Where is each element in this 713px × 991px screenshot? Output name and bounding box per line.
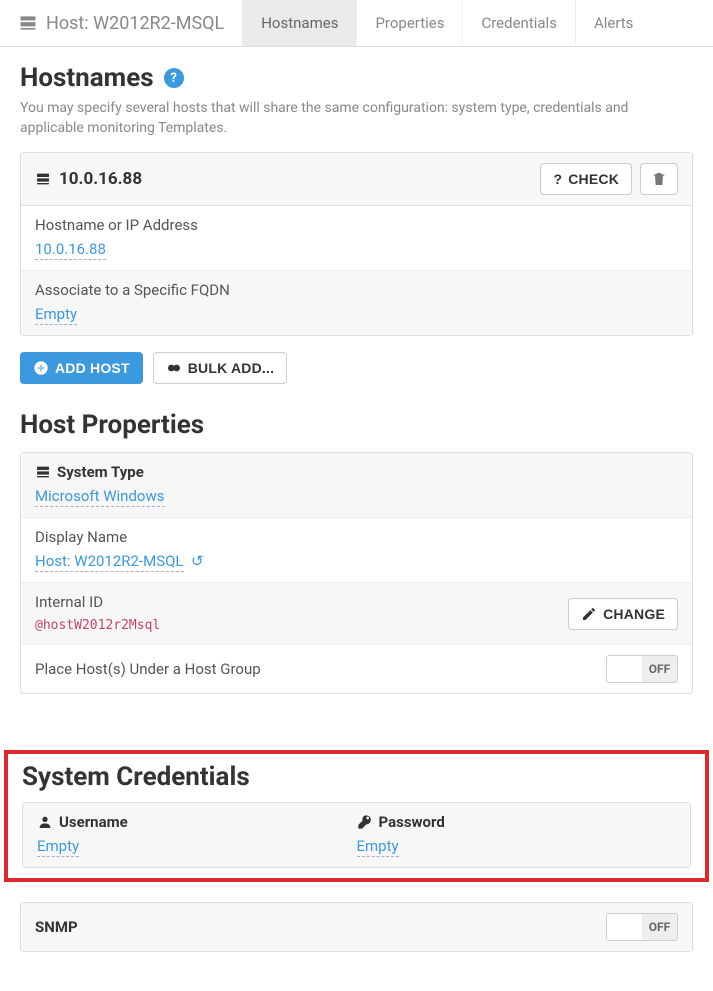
check-button[interactable]: ? CHECK <box>540 163 632 195</box>
hostnames-section: Hostnames ? You may specify several host… <box>0 47 713 404</box>
toggle-off-label: OFF <box>642 656 677 682</box>
fqdn-label: Associate to a Specific FQDN <box>35 281 678 299</box>
tab-properties[interactable]: Properties <box>357 0 463 46</box>
system-credentials-section: System Credentials Username Empty <box>4 750 709 882</box>
tab-credentials[interactable]: Credentials <box>463 0 575 46</box>
fqdn-value[interactable]: Empty <box>35 305 77 325</box>
tabs-bar: Host: W2012R2-MSQL Hostnames Properties … <box>0 0 713 47</box>
password-label: Password <box>379 813 445 831</box>
host-ip: 10.0.16.88 <box>59 169 142 189</box>
help-icon[interactable]: ? <box>164 68 184 88</box>
change-button[interactable]: CHANGE <box>568 598 678 630</box>
display-name-label: Display Name <box>35 528 678 546</box>
add-host-label: ADD HOST <box>55 360 130 376</box>
password-value[interactable]: Empty <box>357 837 399 857</box>
snmp-panel: SNMP OFF <box>20 902 693 952</box>
snmp-toggle[interactable]: OFF <box>606 913 678 941</box>
toggle-handle <box>607 656 642 682</box>
username-label: Username <box>59 813 128 831</box>
add-host-button[interactable]: ADD HOST <box>20 352 143 384</box>
server-icon <box>18 13 38 33</box>
host-properties-panel: System Type Microsoft Windows Display Na… <box>20 452 693 694</box>
tab-host-title: Host: W2012R2-MSQL <box>0 0 243 46</box>
hostnames-title: Hostnames <box>20 63 154 93</box>
question-icon: ? <box>553 171 562 187</box>
display-name-value[interactable]: Host: W2012R2-MSQL <box>35 552 184 572</box>
internal-id-value: @hostW2012r2Msql <box>35 618 160 634</box>
tab-title-prefix: Host: <box>46 13 89 34</box>
hostname-value[interactable]: 10.0.16.88 <box>35 240 106 260</box>
check-button-label: CHECK <box>568 171 619 187</box>
edit-icon <box>581 606 597 622</box>
bulk-add-button[interactable]: BULK ADD... <box>153 352 287 384</box>
key-icon <box>357 814 373 830</box>
host-properties-title: Host Properties <box>20 410 693 440</box>
tab-hostnames[interactable]: Hostnames <box>243 0 357 46</box>
host-group-label: Place Host(s) Under a Host Group <box>35 660 261 678</box>
username-value[interactable]: Empty <box>37 837 79 857</box>
refresh-icon[interactable]: ↺ <box>191 552 204 570</box>
host-group-toggle[interactable]: OFF <box>606 655 678 683</box>
snmp-title: SNMP <box>35 918 78 936</box>
tab-title-host: W2012R2-MSQL <box>93 13 224 34</box>
change-button-label: CHANGE <box>603 606 665 622</box>
credentials-title: System Credentials <box>22 762 691 792</box>
delete-button[interactable] <box>640 163 678 195</box>
internal-id-label: Internal ID <box>35 593 160 611</box>
credentials-panel: Username Empty Password Empty <box>22 802 691 868</box>
hostname-panel: 10.0.16.88 ? CHECK Hostname or IP Addres… <box>20 152 693 336</box>
toggle-handle <box>607 914 642 940</box>
system-type-label: System Type <box>57 463 144 481</box>
tab-alerts[interactable]: Alerts <box>576 0 652 46</box>
plus-circle-icon <box>33 360 49 376</box>
toggle-off-label: OFF <box>642 914 677 940</box>
plus-circles-icon <box>166 360 182 376</box>
hostnames-description: You may specify several hosts that will … <box>20 99 693 138</box>
user-icon <box>37 814 53 830</box>
hostname-label: Hostname or IP Address <box>35 216 678 234</box>
system-type-value[interactable]: Microsoft Windows <box>35 487 165 507</box>
bulk-add-label: BULK ADD... <box>188 360 274 376</box>
host-properties-section: Host Properties System Type Microsoft Wi… <box>0 404 713 730</box>
trash-icon <box>651 171 667 187</box>
server-icon <box>35 171 51 187</box>
server-icon <box>35 464 51 480</box>
